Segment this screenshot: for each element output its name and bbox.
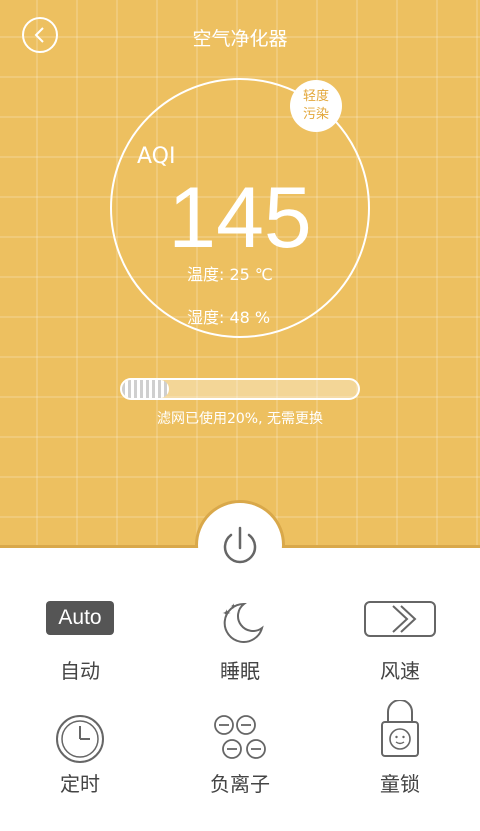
temperature-reading: 温度: 25 ℃ xyxy=(187,265,273,284)
control-wind-speed-label: 风速 xyxy=(380,659,420,683)
clock-icon xyxy=(56,715,104,763)
svg-text:✦: ✦ xyxy=(230,602,237,611)
child-lock-icon xyxy=(381,700,419,757)
filter-usage-bar xyxy=(120,378,360,400)
filter-usage-fill xyxy=(122,380,170,398)
pollution-level-line1: 轻度 xyxy=(302,89,329,104)
page-title: 空气净化器 xyxy=(192,28,288,50)
control-wind-speed[interactable]: 风速 xyxy=(320,600,480,700)
pollution-level-line2: 污染 xyxy=(302,107,329,122)
filter-status-text: 滤网已使用20%, 无需更换 xyxy=(156,411,324,427)
pollution-level-badge: 轻度 污染 xyxy=(290,80,342,132)
power-button[interactable] xyxy=(216,522,264,570)
humidity-reading: 湿度: 48 % xyxy=(187,308,271,327)
aqi-label: AQI xyxy=(137,144,176,169)
status-panel: 空气净化器 轻度 污染 AQI 145 温度: 25 ℃ 湿度: 48 % 滤网… xyxy=(0,0,480,548)
aqi-value: 145 xyxy=(168,170,312,266)
ion-icon xyxy=(214,715,266,759)
control-auto-label: 自动 xyxy=(60,659,100,683)
control-sleep[interactable]: ✦ ✦ 睡眠 xyxy=(160,600,320,700)
control-sleep-label: 睡眠 xyxy=(220,659,260,683)
moon-icon: ✦ ✦ xyxy=(222,602,264,643)
control-negative-ion[interactable]: 负离子 xyxy=(160,713,320,813)
control-timer[interactable]: 定时 xyxy=(0,713,160,813)
auto-badge: Auto xyxy=(46,601,114,635)
control-child-lock-label: 童锁 xyxy=(380,772,420,796)
wind-speed-icon xyxy=(364,601,436,637)
control-negative-ion-label: 负离子 xyxy=(210,772,270,796)
control-child-lock[interactable]: 童锁 xyxy=(320,700,480,800)
control-timer-label: 定时 xyxy=(60,772,100,796)
